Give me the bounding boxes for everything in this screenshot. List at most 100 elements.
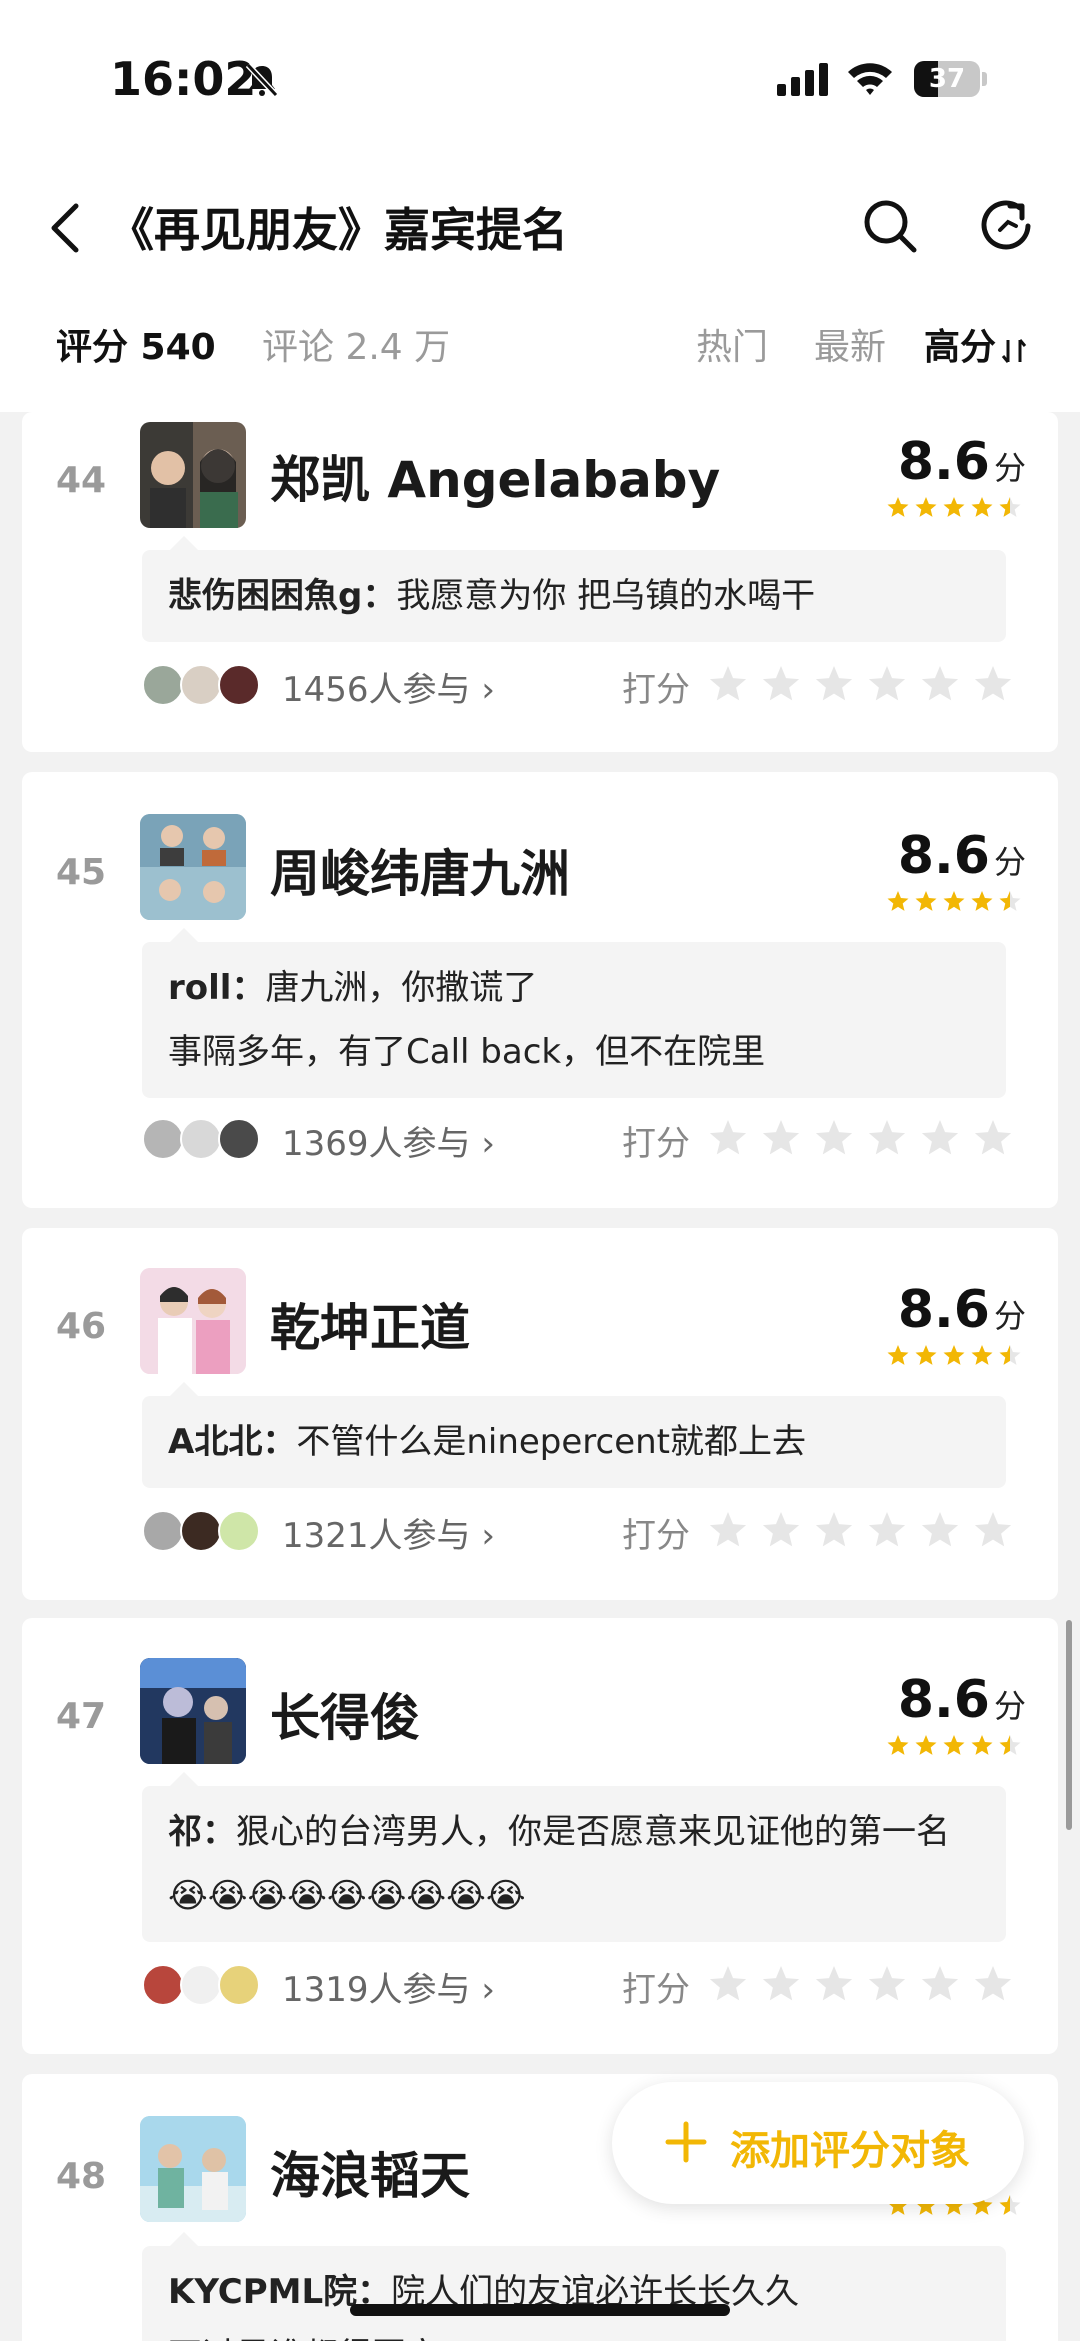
comment-text: 唐九洲，你撒谎了 (265, 968, 538, 1008)
empty-star-icon (868, 1120, 906, 1155)
nominee-name: 长得俊 (270, 1689, 420, 1747)
tab-comments[interactable]: 评论 2.4 万 (262, 318, 450, 370)
participants-link[interactable]: 1456人参与 › (282, 662, 495, 711)
featured-comment[interactable]: 祁：狠心的台湾男人，你是否愿意来见证他的第一名😭😭😭😭😭😭😭😭😭 (142, 1772, 1006, 1942)
star-icon (887, 1345, 909, 1365)
star-icon (915, 497, 937, 517)
search-icon[interactable] (860, 196, 920, 256)
plus-icon (665, 2121, 707, 2163)
empty-star-icon (762, 1512, 800, 1547)
featured-comment[interactable]: A北北：不管什么是ninepercent就都上去 (142, 1382, 1006, 1488)
participant-avatars (142, 1510, 262, 1554)
featured-comment[interactable]: KYCPML院：院人们的友谊必许长长久久 不过是谁都得回家 (142, 2232, 1006, 2341)
share-icon[interactable] (976, 196, 1036, 256)
star-icon (915, 891, 937, 911)
empty-star-icon (921, 1966, 959, 2001)
rank-card[interactable]: 47 长得俊 8.6 分 祁：狠心的台湾男人，你是否愿意来见证他的第一名😭😭😭😭😭… (22, 1618, 1058, 2054)
nominee-name: 周峻纬唐九洲 (270, 845, 570, 903)
comment-text: 不管什么是ninepercent就都上去 (296, 1422, 807, 1462)
empty-star-icon (974, 1966, 1012, 2001)
score-stars-icon (887, 497, 1021, 517)
rank-card[interactable]: 45 周峻纬唐九洲 8.6 分 roll：唐九洲，你撒谎了 事隔多年，有了Call… (22, 772, 1058, 1208)
score-unit: 分 (993, 1687, 1026, 1725)
participants-link[interactable]: 1319人参与 › (282, 1962, 495, 2011)
star-icon (887, 497, 909, 517)
participants-link[interactable]: 1321人参与 › (282, 1508, 495, 1557)
rank-number: 47 (56, 1696, 107, 1737)
nominee-avatar (140, 1658, 246, 1764)
bell-muted-icon (245, 62, 279, 98)
nominee-name: 海浪韬天 (270, 2147, 470, 2205)
add-rating-target-button[interactable]: 添加评分对象 (612, 2082, 1024, 2204)
status-bar: 16:02 37 (0, 0, 1080, 160)
star-icon (943, 891, 965, 911)
participant-avatars (142, 664, 262, 708)
rate-stars-icon[interactable] (708, 1964, 1018, 2006)
comment-user: 祁： (168, 1812, 236, 1852)
empty-star-icon (868, 666, 906, 701)
empty-star-icon (709, 1966, 747, 2001)
top-bar: 16:02 37 《再见朋友》嘉宾提名 评分 540 评论 2.4 万 热门 最… (0, 0, 1080, 412)
rate-stars-icon[interactable] (708, 1118, 1018, 1160)
star-icon (971, 891, 993, 911)
page-title: 《再见朋友》嘉宾提名 (108, 203, 568, 257)
empty-star-icon (815, 1966, 853, 2001)
empty-star-icon (974, 666, 1012, 701)
empty-star-icon (762, 1120, 800, 1155)
participant-avatar (218, 1964, 260, 2006)
nominee-score: 8.6 分 (897, 1280, 1026, 1340)
rank-number: 48 (56, 2156, 107, 2197)
participant-avatar (180, 1510, 222, 1552)
nominee-name: 乾坤正道 (270, 1299, 470, 1357)
empty-star-icon (815, 1512, 853, 1547)
rank-card[interactable]: 44 郑凯 Angelababy 8.6 分 悲伤困困魚g：我愿意为你 把乌镇的水… (22, 412, 1058, 752)
empty-star-icon (921, 1120, 959, 1155)
sort-order-icon[interactable] (1000, 338, 1028, 364)
nominee-score: 8.6 分 (897, 1670, 1026, 1730)
rank-card[interactable]: 46 乾坤正道 8.6 分 A北北：不管什么是ninepercent就都上去 13… (22, 1228, 1058, 1600)
comment-text-line2: 事隔多年，有了Call back，但不在院里 (168, 1032, 766, 1072)
back-icon[interactable] (46, 202, 86, 254)
wifi-icon (848, 63, 892, 95)
comment-text: 狠心的台湾男人，你是否愿意来见证他的第一名😭😭😭😭😭😭😭😭😭 (168, 1812, 950, 1916)
comment-text-line2: 不过是谁都得回家 (168, 2324, 980, 2341)
battery-icon: 37 (914, 61, 987, 97)
rate-stars-icon[interactable] (708, 1510, 1018, 1552)
scrollbar[interactable] (1066, 1620, 1072, 1830)
empty-star-icon (974, 1512, 1012, 1547)
score-unit: 分 (993, 1297, 1026, 1335)
star-icon (943, 497, 965, 517)
home-indicator[interactable] (350, 2304, 730, 2316)
nominee-avatar (140, 422, 246, 528)
sort-newest[interactable]: 最新 (814, 318, 886, 370)
status-time: 16:02 (110, 52, 257, 106)
featured-comment[interactable]: roll：唐九洲，你撒谎了 事隔多年，有了Call back，但不在院里 (142, 928, 1006, 1098)
empty-star-icon (709, 1120, 747, 1155)
participant-avatar (218, 1510, 260, 1552)
battery-level: 37 (928, 64, 966, 94)
empty-star-icon (921, 666, 959, 701)
sort-high[interactable]: 高分 (924, 318, 996, 370)
comment-user: A北北： (168, 1422, 297, 1462)
tab-bar: 评分 540 评论 2.4 万 热门 最新 高分 (0, 318, 1080, 378)
nav-bar: 《再见朋友》嘉宾提名 (0, 180, 1080, 270)
tab-rating[interactable]: 评分 540 (56, 318, 216, 370)
participant-avatar (180, 664, 222, 706)
participant-avatar (142, 1964, 184, 2006)
star-icon (943, 1735, 965, 1755)
rank-number: 44 (56, 460, 107, 501)
rate-stars-icon[interactable] (708, 664, 1018, 706)
empty-star-icon (709, 666, 747, 701)
featured-comment[interactable]: 悲伤困困魚g：我愿意为你 把乌镇的水喝干 (142, 536, 1006, 642)
star-icon (971, 1345, 993, 1365)
star-icon (887, 891, 909, 911)
empty-star-icon (762, 666, 800, 701)
rate-label: 打分 (622, 1516, 690, 1556)
nominee-avatar (140, 814, 246, 920)
nominee-avatar (140, 2116, 246, 2222)
rate-label: 打分 (622, 1970, 690, 2010)
signal-icon (777, 63, 828, 96)
sort-hot[interactable]: 热门 (696, 318, 768, 370)
score-unit: 分 (993, 843, 1026, 881)
participants-link[interactable]: 1369人参与 › (282, 1116, 495, 1165)
